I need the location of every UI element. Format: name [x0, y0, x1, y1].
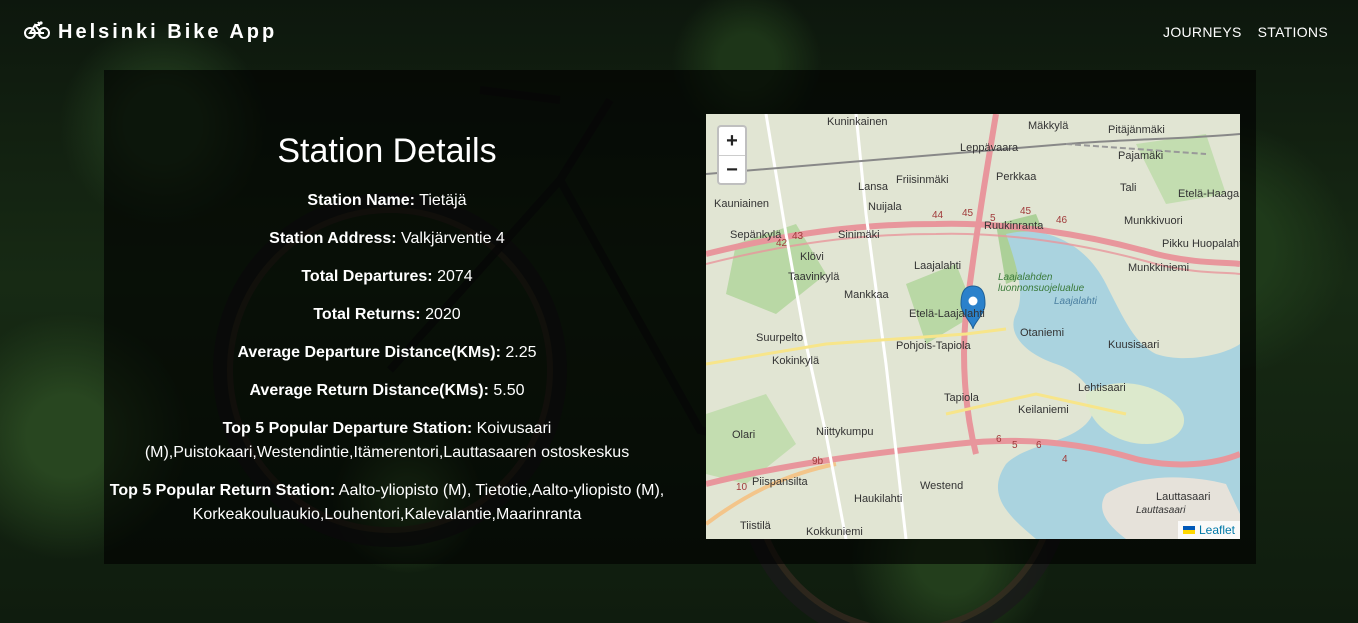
- detail-row-station-name: Station Name: Tietäjä: [104, 189, 670, 213]
- map-place-label: Niittykumpu: [816, 426, 874, 438]
- detail-row-station-address: Station Address: Valkjärventie 4: [104, 227, 670, 251]
- map-road-number: 10: [736, 482, 748, 493]
- map-road-number: 42: [776, 238, 788, 249]
- detail-value: 2.25: [505, 344, 537, 361]
- map-place-label: Taavinkylä: [788, 271, 840, 283]
- detail-row-avg-return-distance: Average Return Distance(KMs): 5.50: [104, 379, 670, 403]
- detail-label: Top 5 Popular Departure Station:: [222, 420, 473, 437]
- station-map[interactable]: Kuninkainen Mäkkylä Pitäjänmäki Leppävaa…: [706, 114, 1240, 539]
- detail-label: Total Returns:: [313, 306, 421, 323]
- detail-value: Tietäjä: [419, 192, 467, 209]
- map-road-number: 45: [962, 208, 974, 219]
- map-place-label: Kokkuniemi: [806, 526, 863, 538]
- leaflet-link[interactable]: Leaflet: [1199, 523, 1235, 537]
- map-place-label: Nuijala: [868, 201, 902, 213]
- detail-row-top-return-stations: Top 5 Popular Return Station: Aalto-ylio…: [104, 479, 670, 527]
- map-place-label: Laajalahti: [914, 260, 962, 272]
- map-place-label: Suurpelto: [756, 332, 804, 344]
- detail-label: Average Return Distance(KMs):: [249, 382, 489, 399]
- page-title: Station Details: [277, 132, 497, 170]
- detail-value: 5.50: [493, 382, 525, 399]
- map-place-label: Lehtisaari: [1078, 382, 1126, 394]
- brand[interactable]: Helsinki Bike App: [24, 20, 277, 45]
- map-place-label: Kauniainen: [714, 198, 770, 210]
- map-road-number: 44: [932, 210, 944, 221]
- map-place-label: Klövi: [800, 251, 824, 263]
- map-attribution: Leaflet: [1177, 521, 1240, 539]
- bicycle-icon: [24, 20, 50, 45]
- map-place-label: Perkkaa: [996, 171, 1037, 183]
- map-place-label: Keilaniemi: [1018, 404, 1069, 416]
- zoom-out-button[interactable]: −: [719, 155, 745, 184]
- map-road-number: 5: [1012, 440, 1018, 451]
- map-place-label: Pitäjänmäki: [1108, 124, 1165, 136]
- map-place-label: Pajamäki: [1118, 150, 1164, 162]
- top-navbar: Helsinki Bike App JOURNEYS STATIONS: [0, 0, 1358, 64]
- detail-label: Top 5 Popular Return Station:: [109, 482, 336, 499]
- nav-stations-link[interactable]: STATIONS: [1258, 24, 1328, 40]
- detail-row-total-departures: Total Departures: 2074: [104, 265, 670, 289]
- map-place-label: Westend: [920, 480, 964, 492]
- map-place-label: Pikku Huopalahti: [1162, 238, 1240, 250]
- map-place-label: Laajalahti: [1054, 296, 1097, 307]
- map-place-label: Kokinkylä: [772, 355, 820, 367]
- map-road-number: 43: [792, 231, 804, 242]
- detail-row-avg-departure-distance: Average Departure Distance(KMs): 2.25: [104, 341, 670, 365]
- map-place-label: Pohjois-Tapiola: [896, 340, 971, 352]
- detail-label: Total Departures:: [301, 268, 433, 285]
- map-road-number: 6: [1036, 440, 1042, 451]
- detail-value: Valkjärventie 4: [401, 230, 505, 247]
- map-place-label: Laajalahden luonnonsuojelualue: [998, 272, 1085, 294]
- map-road-number: 9b: [812, 456, 824, 467]
- map-place-label: Etelä-Haaga: [1178, 188, 1240, 200]
- map-place-label: Etelä-Laajalahti: [909, 308, 985, 320]
- map-place-label: Mankkaa: [844, 289, 889, 301]
- map-place-label: Munkkiniemi: [1128, 262, 1190, 274]
- map-place-label: Kuusisaari: [1108, 339, 1160, 351]
- map-place-label: Mäkkylä: [1028, 120, 1069, 132]
- app-title: Helsinki Bike App: [58, 20, 278, 43]
- detail-value: 2074: [437, 268, 473, 285]
- map-place-label: Sepänkylä: [730, 229, 782, 241]
- nav-journeys-link[interactable]: JOURNEYS: [1163, 24, 1242, 40]
- map-place-label: Piispansilta: [752, 476, 808, 488]
- map-place-label: Sinimäki: [838, 229, 880, 241]
- station-details: Station Details Station Name: Tietäjä St…: [104, 114, 670, 541]
- detail-row-total-returns: Total Returns: 2020: [104, 303, 670, 327]
- map-road-number: 4: [1062, 454, 1068, 465]
- detail-row-top-departure-stations: Top 5 Popular Departure Station: Koivusa…: [104, 417, 670, 465]
- map-place-label: Tiistilä: [740, 520, 771, 532]
- map-road-number: 5: [990, 213, 996, 224]
- zoom-in-button[interactable]: +: [719, 127, 745, 155]
- map-road-number: 45: [1020, 206, 1032, 217]
- detail-label: Average Departure Distance(KMs):: [237, 344, 501, 361]
- map-road-number: 6: [996, 434, 1002, 445]
- map-place-label: Otaniemi: [1020, 327, 1065, 339]
- detail-label: Station Address:: [269, 230, 397, 247]
- ukraine-flag-icon: [1182, 526, 1195, 534]
- map-road-number: 46: [1056, 215, 1068, 226]
- map-zoom-control: + −: [717, 125, 747, 185]
- map-place-label: Lansa: [858, 181, 888, 193]
- map-place-label: Friisinmäki: [896, 174, 949, 186]
- nav-links: JOURNEYS STATIONS: [1163, 24, 1328, 40]
- map-place-label: Leppävaara: [960, 142, 1019, 154]
- map-place-label: Olari: [732, 429, 756, 441]
- map-place-label: Haukilahti: [854, 493, 903, 505]
- map-place-label: Lauttasaari: [1136, 505, 1186, 516]
- map-place-label: Tapiola: [944, 392, 979, 404]
- detail-value: 2020: [425, 306, 461, 323]
- detail-label: Station Name:: [307, 192, 415, 209]
- map-place-label: Tali: [1120, 182, 1137, 194]
- map-place-label: Munkkivuori: [1124, 215, 1183, 227]
- map-place-label: Kuninkainen: [827, 116, 888, 128]
- map-place-label: Lauttasaari: [1156, 491, 1211, 503]
